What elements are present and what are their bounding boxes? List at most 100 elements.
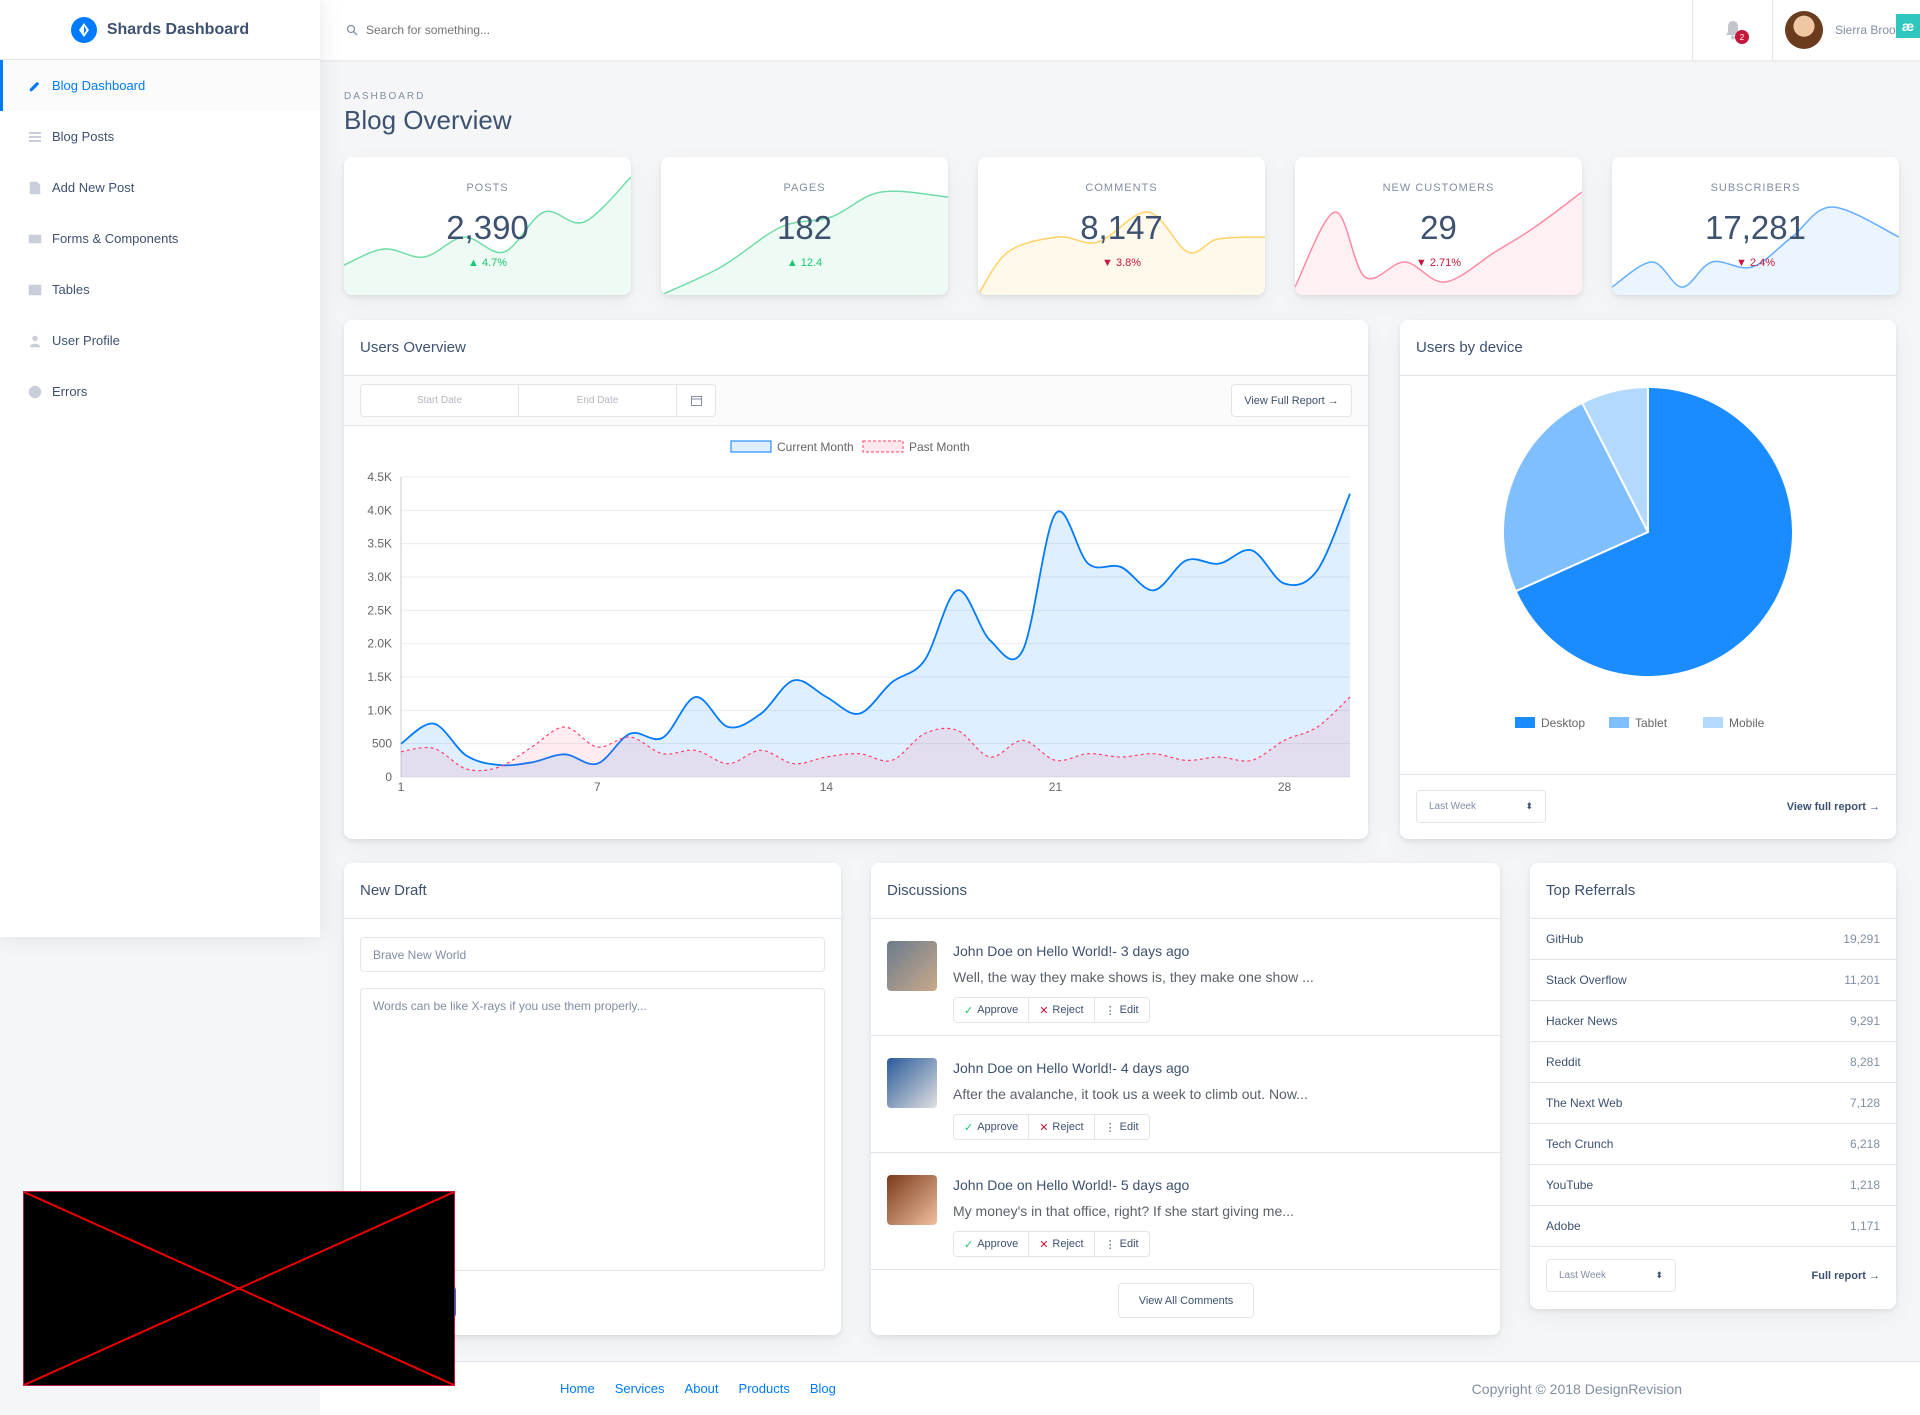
arrow-down-icon: ▼: [1101, 257, 1116, 269]
avatar: [887, 1175, 937, 1225]
new-draft-title: New Draft: [344, 863, 841, 919]
view-all-comments-button[interactable]: View All Comments: [1118, 1283, 1254, 1318]
close-icon: ✕: [1039, 1121, 1049, 1134]
stat-label: PAGES: [783, 182, 826, 194]
referral-name: GitHub: [1546, 932, 1584, 946]
sidebar-item-errors[interactable]: Errors: [0, 366, 320, 417]
discussion-title[interactable]: John Doe on Hello World!- 5 days ago: [953, 1177, 1189, 1193]
list-icon: [28, 130, 42, 144]
select-arrows-icon: ⬍: [1655, 1270, 1663, 1280]
start-date-input[interactable]: Start Date: [361, 385, 519, 416]
series-area-0: [401, 493, 1350, 777]
reject-button[interactable]: ✕ Reject: [1029, 1115, 1095, 1139]
referral-count: 11,201: [1844, 973, 1880, 987]
legend-swatch: [862, 440, 904, 453]
sidebar-item-label: User Profile: [52, 333, 120, 348]
approve-button[interactable]: ✓ Approve: [954, 1115, 1030, 1139]
referral-row: Tech Crunch 6,218: [1530, 1124, 1896, 1165]
approve-button[interactable]: ✓ Approve: [954, 998, 1030, 1022]
footer-link-services[interactable]: Services: [615, 1381, 665, 1396]
referral-row: Reddit 8,281: [1530, 1042, 1896, 1083]
sidebar-item-user-profile[interactable]: User Profile: [0, 315, 320, 366]
brand[interactable]: Shards Dashboard: [0, 0, 320, 60]
sidebar-item-blog-posts[interactable]: Blog Posts: [0, 111, 320, 162]
footer-link-products[interactable]: Products: [739, 1381, 790, 1396]
referral-row: The Next Web 7,128: [1530, 1083, 1896, 1124]
reject-label: Reject: [1052, 1004, 1084, 1016]
stat-value: 17,281: [1705, 209, 1806, 246]
footer-link-home[interactable]: Home: [560, 1381, 595, 1396]
edit-label: Edit: [1119, 1121, 1139, 1133]
device-period-select[interactable]: Last Week ⬍: [1416, 790, 1546, 823]
close-icon: ✕: [1039, 1238, 1049, 1251]
stat-change-value: 12.4: [800, 257, 823, 269]
stat-change: ▲ 4.7%: [344, 257, 631, 269]
edit-icon: [28, 79, 42, 93]
footer-link-about[interactable]: About: [685, 1381, 719, 1396]
end-date-input[interactable]: End Date: [519, 385, 677, 416]
reject-button[interactable]: ✕ Reject: [1029, 998, 1095, 1022]
stat-change-value: 2.4%: [1749, 257, 1776, 269]
sidebar-item-tables[interactable]: Tables: [0, 264, 320, 315]
table-icon: [28, 283, 42, 297]
search-input[interactable]: [366, 23, 766, 37]
users-overview-title: Users Overview: [344, 320, 1368, 376]
footer-link-blog[interactable]: Blog: [810, 1381, 836, 1396]
sidebar-item-add-new-post[interactable]: Add New Post: [0, 162, 320, 213]
referral-name: Reddit: [1546, 1055, 1581, 1069]
check-icon: ✓: [964, 1121, 974, 1134]
stat-change: ▼ 2.71%: [1295, 257, 1582, 269]
forms-icon: [28, 232, 42, 246]
y-tick-label: 3.0K: [367, 570, 392, 584]
person-icon: [28, 334, 42, 348]
edit-button[interactable]: ⋮ Edit: [1095, 1232, 1149, 1256]
sidebar-item-label: Blog Dashboard: [52, 78, 146, 93]
notifications-badge: 2: [1735, 30, 1749, 44]
sidebar-item-blog-dashboard[interactable]: Blog Dashboard: [0, 60, 320, 111]
referral-row: YouTube 1,218: [1530, 1165, 1896, 1206]
device-view-full-report-link[interactable]: View full report →: [1787, 801, 1880, 813]
discussion-actions: ✓ Approve ✕ Reject ⋮ Edit: [953, 1114, 1150, 1140]
referral-count: 1,218: [1849, 1178, 1880, 1192]
discussion-text: My money's in that office, right? If she…: [953, 1203, 1294, 1219]
reject-button[interactable]: ✕ Reject: [1029, 1232, 1095, 1256]
x-tick-label: 28: [1278, 780, 1292, 794]
page-subtitle: DASHBOARD: [344, 91, 426, 102]
referral-name: YouTube: [1546, 1178, 1594, 1192]
referrals-period-value: Last Week: [1559, 1270, 1607, 1281]
referrals-period-select[interactable]: Last Week ⬍: [1546, 1259, 1676, 1292]
user-menu[interactable]: Sierra Brooks æ: [1772, 0, 1920, 60]
stat-label: NEW CUSTOMERS: [1382, 182, 1495, 194]
discussions-title: Discussions: [871, 863, 1500, 919]
legend-label: Past Month: [909, 440, 970, 454]
edit-button[interactable]: ⋮ Edit: [1095, 1115, 1149, 1139]
stat-label: POSTS: [466, 182, 509, 194]
x-tick-label: 21: [1049, 780, 1063, 794]
sidebar-nav: Blog Dashboard Blog Posts Add New Post Form…: [0, 60, 320, 417]
calendar-icon[interactable]: [677, 385, 715, 416]
stat-value: 8,147: [1080, 209, 1163, 246]
discussion-title[interactable]: John Doe on Hello World!- 4 days ago: [953, 1060, 1189, 1076]
y-tick-label: 3.5K: [367, 537, 392, 551]
corner-badge: æ: [1896, 14, 1920, 38]
sidebar-item-label: Forms & Components: [52, 231, 179, 246]
topbar: 2 Sierra Brooks æ: [320, 0, 1920, 60]
edit-label: Edit: [1119, 1004, 1139, 1016]
users-by-device-chart: Desktop Tablet Mobile: [1502, 385, 1794, 730]
legend-label: Desktop: [1541, 716, 1585, 730]
referral-row: Adobe 1,171: [1530, 1206, 1896, 1247]
referral-count: 9,291: [1849, 1014, 1880, 1028]
y-tick-label: 4.0K: [367, 503, 392, 517]
stat-change: ▼ 2.4%: [1612, 257, 1899, 269]
notifications-button[interactable]: 2: [1692, 0, 1772, 60]
search-bar: [320, 0, 1692, 60]
full-report-link[interactable]: Full report →: [1812, 1270, 1880, 1282]
draft-title-input[interactable]: Brave New World: [360, 937, 825, 972]
edit-button[interactable]: ⋮ Edit: [1095, 998, 1149, 1022]
sidebar-item-forms-components[interactable]: Forms & Components: [0, 213, 320, 264]
approve-button[interactable]: ✓ Approve: [954, 1232, 1030, 1256]
discussions-card: Discussions John Doe on Hello World!- 3 …: [871, 863, 1500, 1335]
view-full-report-button[interactable]: View Full Report →: [1231, 384, 1352, 417]
x-tick-label: 14: [820, 780, 834, 794]
discussion-title[interactable]: John Doe on Hello World!- 3 days ago: [953, 943, 1189, 959]
